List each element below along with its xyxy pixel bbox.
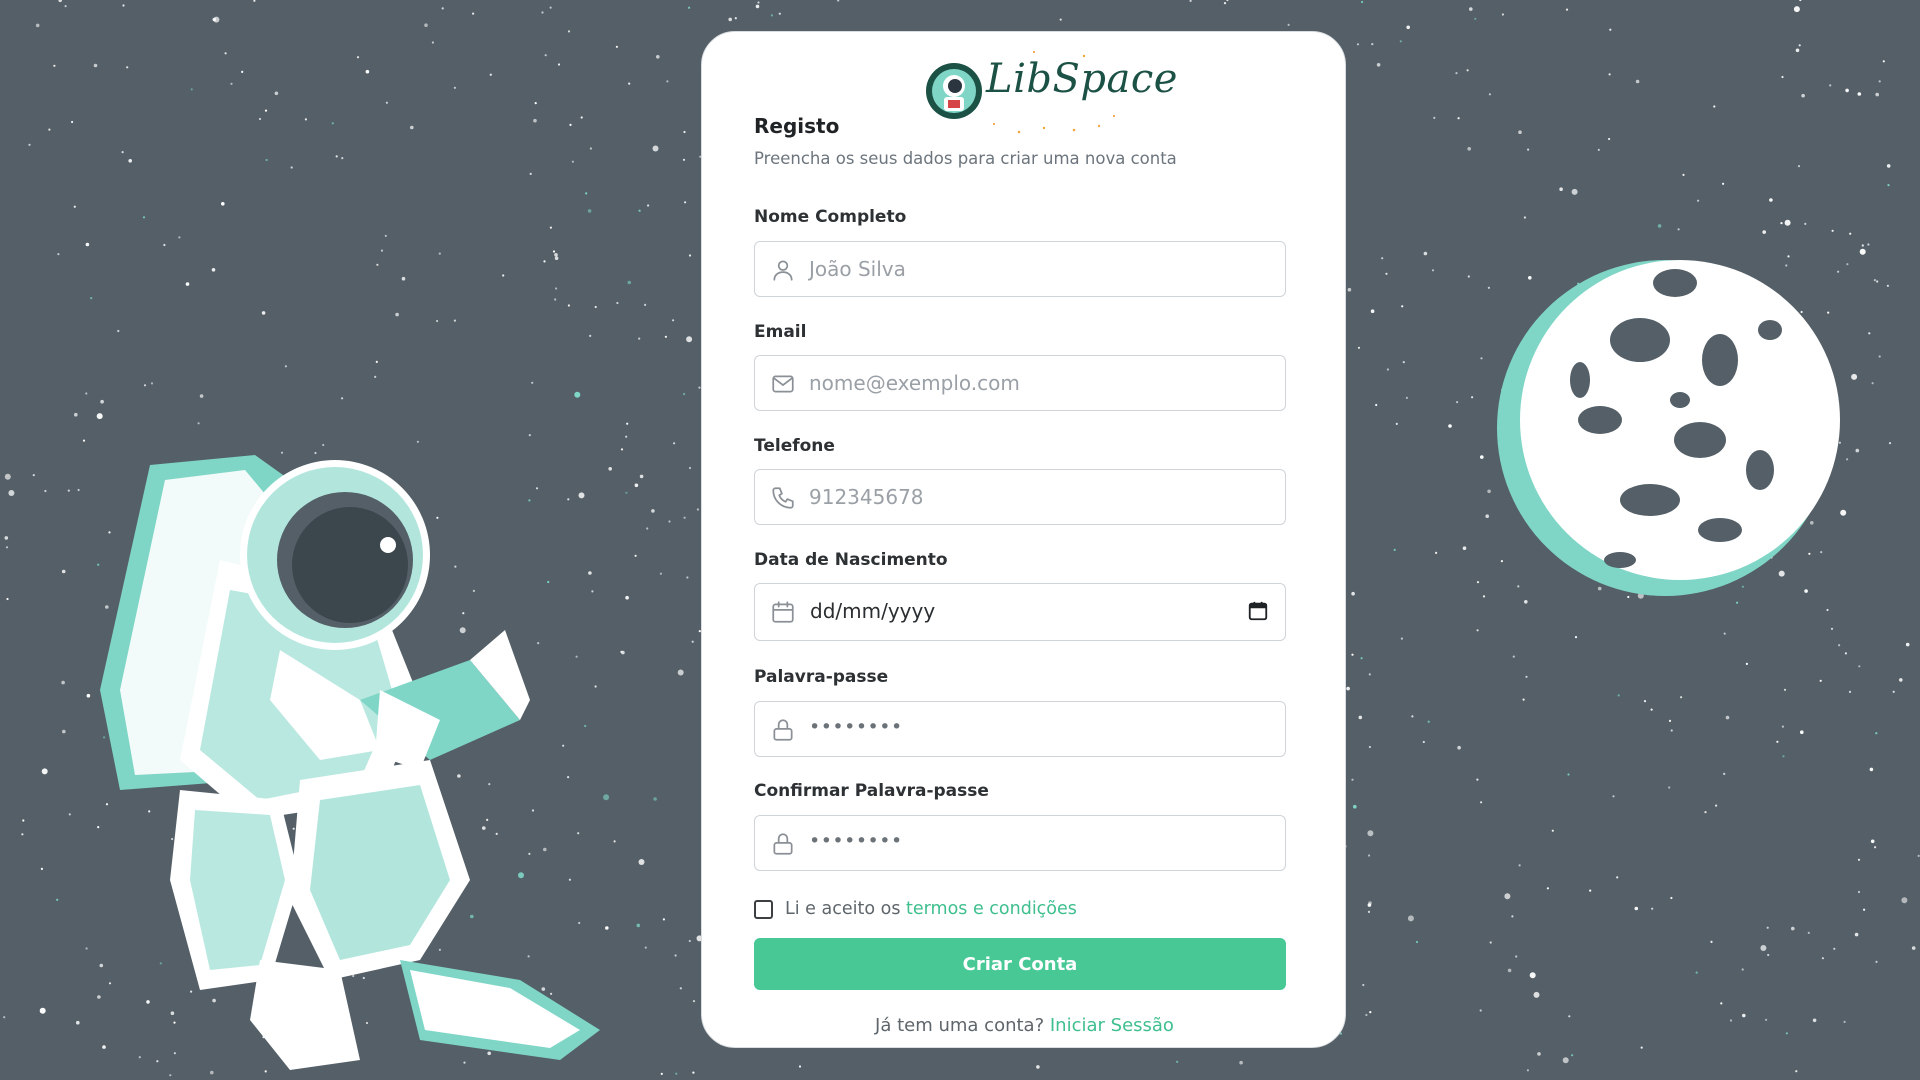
confirm-password-label: Confirmar Palavra-passe	[754, 781, 989, 801]
lock-icon	[773, 833, 793, 855]
password-label: Palavra-passe	[754, 667, 889, 687]
mail-icon	[772, 375, 794, 393]
lock-icon	[773, 719, 793, 741]
login-link[interactable]: Iniciar Sessão	[1050, 1015, 1174, 1036]
user-icon	[773, 260, 793, 281]
phone-icon	[772, 487, 794, 509]
terms-row: Li e aceito os termos e condições	[754, 896, 1077, 922]
email-placeholder: nome@exemplo.com	[809, 371, 1020, 395]
birthdate-value: dd/mm/yyyy	[810, 599, 936, 623]
calendar-picker-icon[interactable]	[1247, 600, 1269, 622]
birthdate-input[interactable]: dd/mm/yyyy	[754, 583, 1286, 641]
name-label: Nome Completo	[754, 207, 907, 227]
birthdate-label: Data de Nascimento	[754, 550, 948, 570]
login-prompt-row: Já tem uma conta? Iniciar Sessão	[702, 1015, 1347, 1036]
calendar-icon	[772, 601, 794, 623]
phone-label: Telefone	[754, 436, 835, 456]
logo-text: LibSpace	[986, 56, 1178, 102]
password-value: ••••••••	[809, 716, 903, 738]
page-subtitle: Preencha os seus dados para criar uma no…	[754, 149, 1177, 168]
confirm-password-value: ••••••••	[809, 830, 903, 852]
login-prompt: Já tem uma conta?	[875, 1015, 1045, 1036]
create-account-button[interactable]: Criar Conta	[754, 938, 1286, 990]
email-label: Email	[754, 322, 807, 342]
terms-link[interactable]: termos e condições	[906, 899, 1077, 919]
name-placeholder: João Silva	[809, 257, 906, 281]
confirm-password-input[interactable]: ••••••••	[754, 815, 1286, 871]
password-input[interactable]: ••••••••	[754, 701, 1286, 757]
moon-illustration	[1497, 260, 1840, 596]
register-card: LibSpace Registo Preencha os seus dados …	[701, 31, 1346, 1048]
libspace-logo: LibSpace	[924, 44, 1177, 134]
name-input[interactable]: João Silva	[754, 241, 1286, 297]
page-title: Registo	[754, 114, 840, 138]
terms-text: Li e aceito os	[785, 899, 901, 919]
phone-input[interactable]: 912345678	[754, 469, 1286, 525]
phone-placeholder: 912345678	[809, 485, 924, 509]
email-input[interactable]: nome@exemplo.com	[754, 355, 1286, 411]
terms-checkbox[interactable]	[754, 899, 773, 919]
astronaut-illustration	[100, 455, 600, 1070]
